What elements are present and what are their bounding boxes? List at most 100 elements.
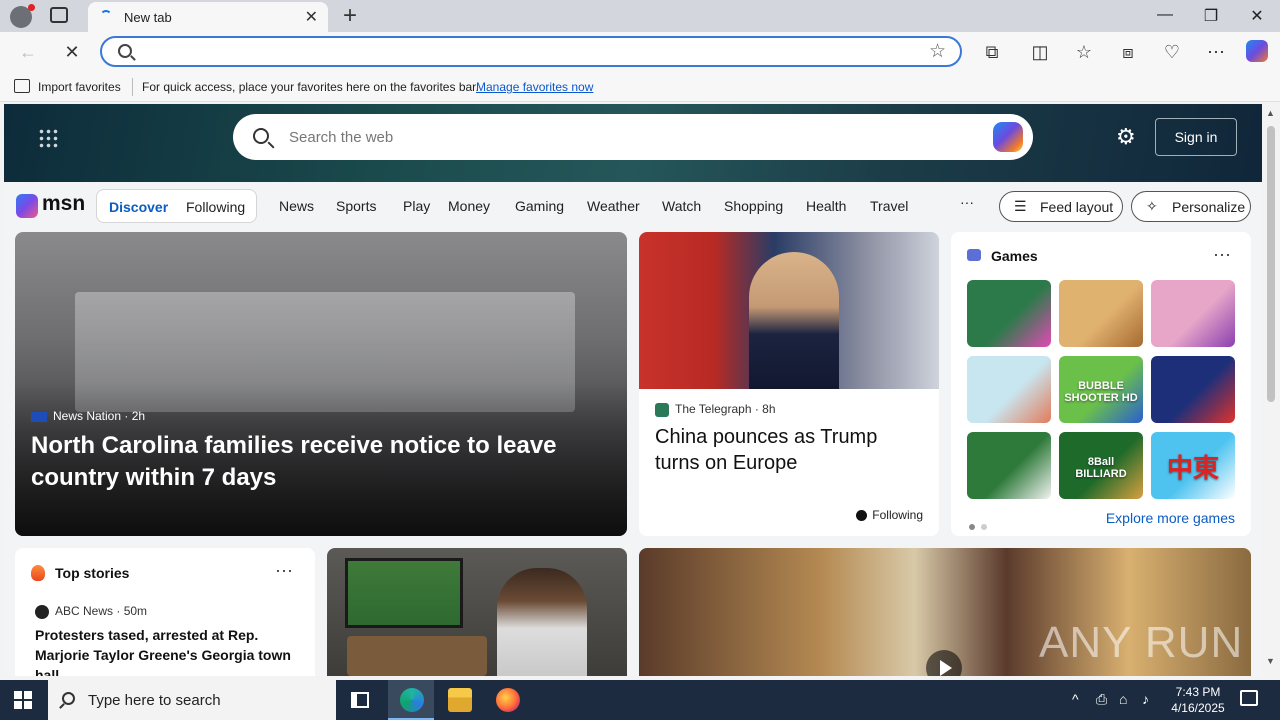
device-icon[interactable]: ⎙ [1096, 691, 1107, 708]
carousel-dots[interactable] [969, 517, 993, 535]
feed-segment-control: Discover Following [96, 189, 257, 223]
notifications-icon[interactable] [1240, 690, 1258, 706]
feed-layout-button[interactable]: ☰ Feed layout [999, 191, 1123, 222]
game-tile-bubble-shooter-game[interactable]: BUBBLE SHOOTER HD [1059, 356, 1143, 423]
browser-essentials-icon[interactable]: ♡ [1160, 40, 1184, 64]
game-tile-makeup-game[interactable] [1151, 280, 1235, 347]
sign-in-button[interactable]: Sign in [1155, 118, 1237, 156]
abc-news-logo-icon [35, 604, 49, 619]
favorites-icon[interactable]: ☆ [1072, 40, 1096, 64]
taskbar-search-input[interactable]: Type here to search [88, 692, 221, 709]
lead-story-card[interactable]: News Nation · 2h North Carolina families… [15, 232, 627, 536]
new-tab-button[interactable]: + [338, 2, 362, 30]
favorite-star-icon[interactable]: ☆ [929, 40, 946, 63]
story-headline[interactable]: Protesters tased, arrested at Rep. Marjo… [35, 625, 305, 676]
edge-icon [400, 688, 424, 712]
game-tile-block-puzzle-game[interactable] [1151, 356, 1235, 423]
firefox-taskbar-button[interactable] [484, 680, 530, 720]
nav-more-button[interactable]: ··· [960, 194, 974, 210]
game-tile-8-ball-billiard-game[interactable]: 8Ball BILLIARD [1059, 432, 1143, 499]
address-bar[interactable]: ☆ [100, 36, 962, 67]
tab-new-tab[interactable]: New tab ✕ [88, 2, 328, 32]
page-scrollbar[interactable]: ▲ ▼ [1262, 104, 1280, 676]
story-headline[interactable]: North Carolina families receive notice t… [31, 430, 591, 494]
explore-more-games-link[interactable]: Explore more games [1106, 510, 1235, 526]
network-icon[interactable]: ⌂ [1119, 691, 1127, 707]
game-tile-doctor-game[interactable] [967, 356, 1051, 423]
source-name: The Telegraph [675, 402, 752, 416]
game-tile-mahjong-solitaire-game[interactable] [967, 432, 1051, 499]
edge-taskbar-button[interactable] [388, 680, 434, 720]
story-headline[interactable]: China pounces as Trump turns on Europe [655, 424, 925, 476]
game-tile-wood-screw-game[interactable] [1059, 280, 1143, 347]
settings-menu-icon[interactable]: ⋯ [1204, 40, 1228, 64]
taskbar-search[interactable]: Type here to search [48, 680, 336, 720]
copilot-icon[interactable] [993, 122, 1023, 152]
profile-avatar-icon[interactable] [10, 4, 35, 28]
nav-item-shopping[interactable]: Shopping [724, 198, 783, 214]
game-tile-jewel-game[interactable] [967, 280, 1051, 347]
nav-item-play[interactable]: Play [403, 198, 430, 214]
nav-item-weather[interactable]: Weather [587, 198, 640, 214]
tab-actions-icon[interactable] [50, 7, 68, 23]
nav-item-news[interactable]: News [279, 198, 314, 214]
split-screen-icon[interactable]: ◫ [1028, 40, 1052, 64]
games-title[interactable]: Games [991, 248, 1038, 264]
app-launcher-icon[interactable] [38, 128, 58, 148]
nav-item-watch[interactable]: Watch [662, 198, 701, 214]
story-card[interactable]: The Telegraph · 8h China pounces as Trum… [639, 232, 939, 536]
scroll-down-icon[interactable]: ▼ [1266, 656, 1275, 666]
video-card[interactable]: ANY RUN [639, 548, 1251, 676]
search-icon [253, 128, 269, 144]
show-hidden-icons-icon[interactable]: ^ [1072, 691, 1079, 707]
nav-item-gaming[interactable]: Gaming [515, 198, 564, 214]
personalize-button[interactable]: ✧ Personalize [1131, 191, 1251, 222]
volume-icon[interactable]: ♪ [1142, 691, 1149, 707]
system-clock[interactable]: 7:43 PM 4/16/2025 [1168, 684, 1228, 716]
search-icon [118, 44, 132, 58]
story-card[interactable] [327, 548, 627, 676]
restore-button[interactable]: ❐ [1196, 6, 1226, 26]
msn-nav-row: msn Discover Following News Sports Play … [4, 182, 1262, 232]
tab-following[interactable]: Following [186, 199, 245, 215]
scroll-up-icon[interactable]: ▲ [1266, 108, 1275, 118]
web-search-box[interactable]: Search the web [233, 114, 1033, 160]
extensions-icon[interactable]: ⧉ [980, 40, 1004, 64]
minimize-button[interactable]: — [1150, 6, 1180, 24]
tab-discover[interactable]: Discover [109, 199, 168, 215]
stop-loading-button[interactable]: ✕ [60, 40, 84, 64]
nav-item-money[interactable]: Money [448, 198, 490, 214]
import-favorites-button[interactable]: Import favorites [38, 80, 121, 94]
story-age: 2h [131, 409, 146, 423]
tv-image [345, 558, 463, 628]
more-options-icon[interactable]: ··· [275, 560, 293, 581]
collections-icon[interactable]: ⧈ [1116, 40, 1140, 64]
copilot-icon[interactable] [1246, 40, 1268, 62]
story-source: The Telegraph · 8h [655, 402, 776, 417]
search-input[interactable]: Search the web [289, 129, 393, 146]
task-view-icon[interactable] [351, 692, 369, 708]
close-tab-icon[interactable]: ✕ [305, 7, 318, 27]
close-window-button[interactable]: ✕ [1242, 6, 1272, 26]
person-figure [497, 568, 587, 676]
file-explorer-taskbar-button[interactable] [436, 680, 482, 720]
windows-start-icon[interactable] [14, 691, 32, 709]
person-figure [749, 252, 839, 389]
scroll-thumb[interactable] [1267, 126, 1275, 402]
play-icon[interactable] [926, 650, 962, 676]
msn-logo-icon[interactable] [16, 194, 38, 218]
clock-time: 7:43 PM [1175, 685, 1221, 699]
game-tile-mahjong-tiles-game[interactable]: 中東 [1151, 432, 1235, 499]
top-stories-title[interactable]: Top stories [55, 565, 129, 581]
more-options-icon[interactable]: ··· [1213, 244, 1231, 265]
following-badge[interactable]: Following [856, 508, 923, 522]
folder-icon [448, 688, 472, 712]
manage-favorites-link[interactable]: Manage favorites now [476, 80, 593, 94]
back-button[interactable]: ← [16, 40, 40, 64]
nav-item-health[interactable]: Health [806, 198, 846, 214]
gear-icon[interactable]: ⚙ [1116, 124, 1136, 150]
nav-item-sports[interactable]: Sports [336, 198, 376, 214]
msn-logo-text[interactable]: msn [42, 192, 85, 216]
nav-item-travel[interactable]: Travel [870, 198, 908, 214]
story-source: ABC News · 50m [35, 604, 147, 619]
